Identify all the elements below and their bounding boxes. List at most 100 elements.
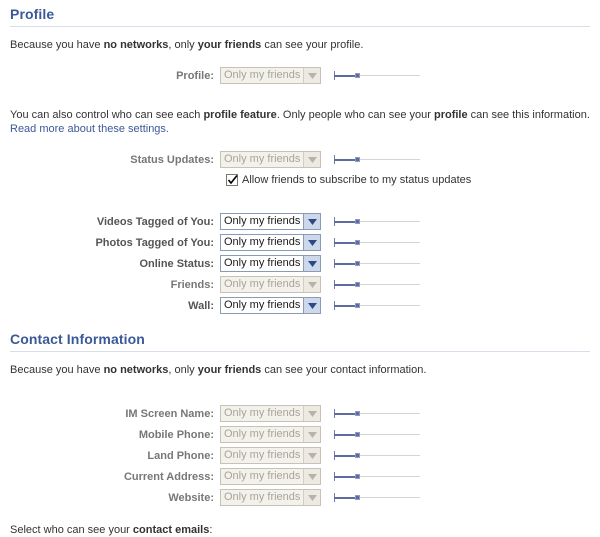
select-photos-tagged-of-you[interactable]: Only my friends: [220, 234, 321, 251]
select-value-online-status: Only my friends: [224, 257, 301, 269]
read-more-link[interactable]: Read more about these settings.: [10, 123, 169, 135]
slider-track-active: [334, 283, 357, 286]
checkmark-icon: [227, 175, 238, 185]
select-wall[interactable]: Only my friends: [220, 297, 321, 314]
slider-photos-tagged-of-you[interactable]: [334, 236, 420, 250]
slider-handle[interactable]: [355, 218, 360, 224]
slider-website[interactable]: [334, 491, 420, 505]
setting-row-status-updates: Status Updates: Only my friends: [10, 150, 590, 169]
profile-intro-text: Because you have no networks, only your …: [10, 27, 590, 52]
profile-feature-rows: Videos Tagged of You: Only my friends Phot…: [10, 212, 590, 315]
subscribe-checkbox-row[interactable]: Allow friends to subscribe to my status …: [10, 171, 590, 189]
slider-current-address[interactable]: [334, 470, 420, 484]
slider-profile-visibility[interactable]: [334, 69, 420, 83]
slider-handle[interactable]: [355, 494, 360, 500]
select-current-address[interactable]: Only my friends: [220, 468, 321, 485]
footer-bold: contact emails: [132, 524, 210, 536]
setting-row-im-screen-name: IM Screen Name: Only my friends: [10, 404, 590, 423]
select-status-updates[interactable]: Only my friends: [220, 151, 321, 168]
slider-online-status[interactable]: [334, 257, 420, 271]
slider-handle[interactable]: [355, 239, 360, 245]
intro-middle: , only: [168, 39, 198, 51]
slider-videos-tagged-of-you[interactable]: [334, 215, 420, 229]
select-profile-value: Only my friends: [224, 69, 301, 81]
select-website[interactable]: Only my friends: [220, 489, 321, 506]
setting-row-profile: Profile: Only my friends: [10, 66, 590, 85]
checkbox-allow-subscribe[interactable]: [226, 174, 238, 186]
setting-row-current-address: Current Address: Only my friends: [10, 467, 590, 486]
contact-section-title: Contact Information: [10, 331, 145, 347]
chevron-down-icon: [303, 277, 320, 292]
slider-land-phone[interactable]: [334, 449, 420, 463]
select-value-wall: Only my friends: [224, 299, 301, 311]
select-value-photos-tagged-of-you: Only my friends: [224, 236, 301, 248]
chevron-down-icon: [303, 298, 320, 313]
slider-track-active: [334, 412, 357, 415]
row-label-mobile-phone: Mobile Phone:: [138, 428, 214, 441]
slider-track-active: [334, 433, 357, 436]
select-mobile-phone[interactable]: Only my friends: [220, 426, 321, 443]
chevron-down-icon: [303, 68, 320, 83]
slider-wall[interactable]: [334, 299, 420, 313]
setting-row-videos-tagged-of-you: Videos Tagged of You: Only my friends: [10, 212, 590, 231]
contact-information-rows: IM Screen Name: Only my friends Mobile Pho…: [10, 404, 590, 507]
slider-handle[interactable]: [355, 72, 360, 78]
chevron-down-icon: [303, 469, 320, 484]
footer-suffix: :: [209, 524, 213, 536]
setting-row-online-status: Online Status: Only my friends: [10, 254, 590, 273]
slider-handle[interactable]: [355, 302, 360, 308]
note-bold-feature: profile feature: [203, 109, 277, 121]
chevron-down-icon: [303, 214, 320, 229]
row-label-videos-tagged-of-you: Videos Tagged of You:: [96, 215, 214, 228]
slider-track-active: [334, 496, 357, 499]
slider-status-updates[interactable]: [334, 153, 420, 167]
slider-friends[interactable]: [334, 278, 420, 292]
setting-row-friends: Friends: Only my friends: [10, 275, 590, 294]
slider-handle[interactable]: [355, 260, 360, 266]
slider-handle[interactable]: [355, 281, 360, 287]
slider-handle[interactable]: [355, 156, 360, 162]
select-status-updates-value: Only my friends: [224, 153, 301, 165]
row-label-status-updates: Status Updates:: [130, 153, 214, 166]
slider-handle[interactable]: [355, 431, 360, 437]
slider-track-active: [334, 454, 357, 457]
page-title: Profile: [10, 6, 55, 22]
slider-handle[interactable]: [355, 452, 360, 458]
slider-mobile-phone[interactable]: [334, 428, 420, 442]
slider-track-active: [334, 475, 357, 478]
intro-bold-friends: your friends: [197, 39, 262, 51]
slider-im-screen-name[interactable]: [334, 407, 420, 421]
select-profile-visibility[interactable]: Only my friends: [220, 67, 321, 84]
contact-intro-text: Because you have no networks, only your …: [10, 352, 590, 377]
select-value-im-screen-name: Only my friends: [224, 407, 301, 419]
slider-track-active: [334, 304, 357, 307]
row-label-friends: Friends:: [170, 278, 214, 291]
select-value-current-address: Only my friends: [224, 470, 301, 482]
slider-handle[interactable]: [355, 473, 360, 479]
select-online-status[interactable]: Only my friends: [220, 255, 321, 272]
note-prefix: You can also control who can see each: [10, 109, 204, 121]
select-videos-tagged-of-you[interactable]: Only my friends: [220, 213, 321, 230]
slider-handle[interactable]: [355, 410, 360, 416]
row-label-website: Website:: [168, 491, 214, 504]
select-friends[interactable]: Only my friends: [220, 276, 321, 293]
select-value-mobile-phone: Only my friends: [224, 428, 301, 440]
slider-track-active: [334, 74, 357, 77]
setting-row-wall: Wall: Only my friends: [10, 296, 590, 315]
select-im-screen-name[interactable]: Only my friends: [220, 405, 321, 422]
chevron-down-icon: [303, 427, 320, 442]
setting-row-mobile-phone: Mobile Phone: Only my friends: [10, 425, 590, 444]
setting-row-land-phone: Land Phone: Only my friends: [10, 446, 590, 465]
profile-section: Profile Because you have no networks, on…: [10, 0, 590, 315]
select-land-phone[interactable]: Only my friends: [220, 447, 321, 464]
chevron-down-icon: [303, 152, 320, 167]
contact-emails-footer: Select who can see your contact emails:: [10, 509, 590, 537]
row-label-land-phone: Land Phone:: [147, 449, 214, 462]
select-value-videos-tagged-of-you: Only my friends: [224, 215, 301, 227]
chevron-down-icon: [303, 256, 320, 271]
